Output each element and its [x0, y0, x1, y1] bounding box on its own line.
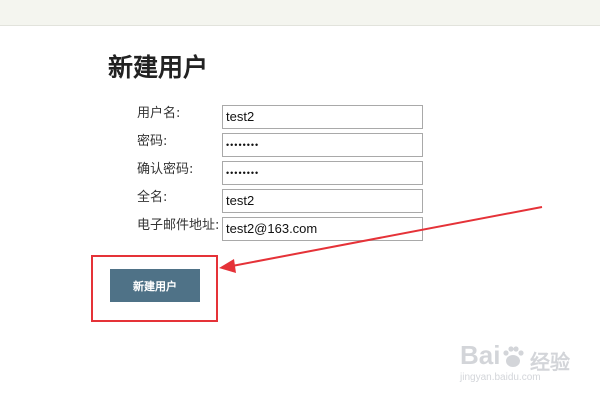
form-row-password: 密码: ••••••••	[0, 133, 600, 157]
watermark-url: jingyan.baidu.com	[460, 372, 541, 383]
page-title: 新建用户	[108, 53, 209, 82]
form-row-email: 电子邮件地址: test2@163.com	[0, 217, 600, 241]
baidu-watermark: Bai 经验 jingyan.baidu.com	[448, 338, 588, 388]
full-name-label: 全名:	[137, 190, 168, 205]
form-row-username: 用户名: test2	[0, 105, 600, 129]
paw-icon	[503, 346, 524, 367]
arrow-head	[219, 259, 236, 273]
top-bar	[0, 0, 600, 26]
form-row-confirm-password: 确认密码: ••••••••	[0, 161, 600, 185]
watermark-logo-text: Bai	[460, 340, 501, 370]
full-name-input[interactable]: test2	[222, 189, 423, 213]
username-label: 用户名:	[137, 106, 181, 121]
password-label: 密码:	[137, 134, 168, 149]
confirm-password-label: 确认密码:	[137, 162, 194, 177]
password-input[interactable]: ••••••••	[222, 133, 423, 157]
watermark-cn-text: 经验	[530, 350, 570, 374]
email-label: 电子邮件地址:	[137, 218, 220, 233]
email-input[interactable]: test2@163.com	[222, 217, 423, 241]
highlight-box	[91, 255, 218, 322]
username-input[interactable]: test2	[222, 105, 423, 129]
form-row-full-name: 全名: test2	[0, 189, 600, 213]
confirm-password-input[interactable]: ••••••••	[222, 161, 423, 185]
